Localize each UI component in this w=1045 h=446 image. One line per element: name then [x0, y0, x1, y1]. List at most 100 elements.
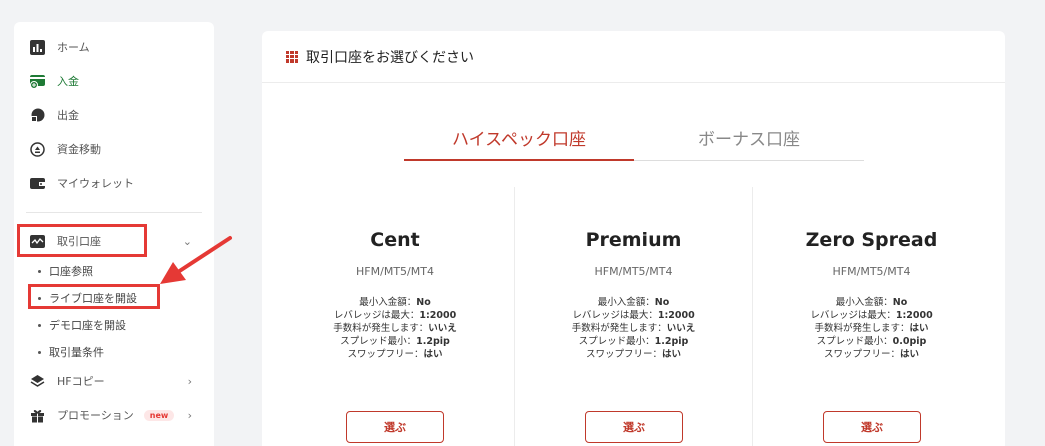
- sidebar-item-label: 資金移動: [57, 143, 101, 156]
- sidebar-item-deposit[interactable]: 入金: [30, 68, 79, 94]
- highlight-box-trading-accounts: [17, 224, 147, 257]
- sidebar-item-wallet[interactable]: マイウォレット: [30, 170, 134, 196]
- chevron-right-icon: ›: [187, 408, 192, 422]
- spec-value: はい: [662, 349, 682, 360]
- spec-label: レバレッジは最大：: [810, 310, 896, 321]
- spec-label: スプレッド最小：: [816, 336, 893, 347]
- spec-value: いいえ: [666, 323, 696, 334]
- plan-specs: 最小入金額：No レバレッジは最大：1:2000 手数料が発生します：いいえ ス…: [276, 296, 514, 361]
- gift-icon: [30, 408, 45, 423]
- sub-item-label: 取引量条件: [49, 346, 104, 359]
- plan-platform: HFM/MT5/MT4: [832, 265, 911, 278]
- bar-chart-icon: [30, 39, 45, 55]
- plan-platform: HFM/MT5/MT4: [356, 265, 434, 278]
- spec-min-deposit: 最小入金額：No: [753, 296, 990, 309]
- spec-value: 1.2pip: [654, 336, 689, 347]
- spec-leverage: レバレッジは最大：1:2000: [515, 309, 752, 322]
- spec-value: いいえ: [428, 323, 457, 334]
- sidebar-divider: [26, 212, 202, 213]
- spec-value: 0.0pip: [892, 336, 927, 347]
- spec-label: スワップフリー：: [823, 349, 900, 360]
- main-panel: 取引口座をお選びください ハイスペック口座 ボーナス口座 Cent HFM/MT…: [262, 31, 1005, 446]
- spec-value: はい: [900, 349, 920, 360]
- spec-swap: スワップフリー：はい: [276, 348, 514, 361]
- sidebar-item-label: 入金: [57, 75, 79, 88]
- plan-specs: 最小入金額：No レバレッジは最大：1:2000 手数料が発生します：はい スプ…: [753, 296, 990, 361]
- spec-commission: 手数料が発生します：いいえ: [515, 322, 752, 335]
- chevron-right-icon: ›: [187, 374, 192, 388]
- sidebar-item-label: マイウォレット: [57, 177, 134, 190]
- spec-label: レバレッジは最大：: [333, 310, 420, 321]
- spec-label: レバレッジは最大：: [572, 310, 658, 321]
- withdraw-icon: [30, 108, 45, 123]
- sidebar-item-label: 出金: [57, 109, 79, 122]
- plan-card-cent: Cent HFM/MT5/MT4 最小入金額：No レバレッジは最大：1:200…: [276, 187, 514, 446]
- tab-high-spec[interactable]: ハイスペック口座: [404, 117, 634, 161]
- choose-button[interactable]: 選ぶ: [585, 411, 683, 443]
- sidebar-item-label: プロモーション: [57, 409, 134, 422]
- bullet: [38, 323, 41, 327]
- spec-label: スプレッド最小：: [578, 336, 655, 347]
- spec-label: スワップフリー：: [585, 349, 662, 360]
- spec-min-deposit: 最小入金額：No: [515, 296, 752, 309]
- spec-value: はい: [909, 323, 929, 334]
- highlight-box-open-live-account: [28, 284, 160, 309]
- plan-list: Cent HFM/MT5/MT4 最小入金額：No レバレッジは最大：1:200…: [276, 187, 990, 446]
- tab-bonus[interactable]: ボーナス口座: [634, 117, 864, 161]
- wallet-icon: [30, 176, 45, 191]
- plan-name: Zero Spread: [805, 229, 938, 251]
- spec-value: No: [892, 297, 908, 308]
- sidebar-item-withdraw[interactable]: 出金: [30, 102, 79, 128]
- spec-value: 1.2pip: [416, 336, 450, 347]
- plan-specs: 最小入金額：No レバレッジは最大：1:2000 手数料が発生します：いいえ ス…: [515, 296, 752, 361]
- sidebar-item-home[interactable]: ホーム: [30, 34, 90, 60]
- sidebar-item-hf-copy[interactable]: HFコピー ›: [30, 368, 206, 394]
- spec-label: 最小入金額：: [835, 297, 893, 308]
- sub-item-label: 口座参照: [49, 265, 93, 278]
- spec-min-deposit: 最小入金額：No: [276, 296, 514, 309]
- panel-header: 取引口座をお選びください: [262, 31, 1005, 83]
- deposit-icon: [30, 74, 45, 89]
- sidebar-item-label: ホーム: [57, 41, 90, 54]
- spec-value: 1:2000: [419, 310, 457, 321]
- spec-label: 手数料が発生します：: [333, 323, 429, 334]
- bullet: [38, 269, 41, 273]
- spec-value: 1:2000: [895, 310, 933, 321]
- account-type-tabs: ハイスペック口座 ボーナス口座: [404, 117, 864, 161]
- grid-icon: [286, 50, 298, 63]
- spec-leverage: レバレッジは最大：1:2000: [753, 309, 990, 322]
- spec-commission: 手数料が発生します：はい: [753, 322, 990, 335]
- spec-value: 1:2000: [657, 310, 695, 321]
- spec-commission: 手数料が発生します：いいえ: [276, 322, 514, 335]
- spec-label: 手数料が発生します：: [814, 323, 910, 334]
- page-title: 取引口座をお選びください: [306, 49, 474, 66]
- sub-item-label: デモ口座を開設: [49, 319, 126, 332]
- plan-card-premium: Premium HFM/MT5/MT4 最小入金額：No レバレッジは最大：1:…: [514, 187, 752, 446]
- sub-item-account-list[interactable]: 口座参照: [38, 262, 93, 280]
- choose-button[interactable]: 選ぶ: [823, 411, 921, 443]
- spec-label: スプレッド最小：: [340, 336, 417, 347]
- spec-value: はい: [423, 349, 443, 360]
- sub-item-volume-conditions[interactable]: 取引量条件: [38, 343, 104, 361]
- plan-platform: HFM/MT5/MT4: [594, 265, 673, 278]
- sidebar-item-transfer[interactable]: 資金移動: [30, 136, 101, 162]
- spec-leverage: レバレッジは最大：1:2000: [276, 309, 514, 322]
- spec-swap: スワップフリー：はい: [515, 348, 752, 361]
- spec-spread: スプレッド最小：0.0pip: [753, 335, 990, 348]
- spec-spread: スプレッド最小：1.2pip: [276, 335, 514, 348]
- chevron-down-icon: ⌄: [182, 234, 192, 248]
- sidebar-item-promotion[interactable]: プロモーション new ›: [30, 402, 206, 428]
- new-badge: new: [143, 409, 175, 421]
- plan-name: Cent: [370, 229, 420, 251]
- spec-label: 最小入金額：: [359, 297, 417, 308]
- spec-value: No: [654, 297, 670, 308]
- spec-label: 手数料が発生します：: [571, 323, 667, 334]
- spec-swap: スワップフリー：はい: [753, 348, 990, 361]
- sub-item-open-demo-account[interactable]: デモ口座を開設: [38, 316, 126, 334]
- spec-label: スワップフリー：: [347, 349, 424, 360]
- plan-card-zero-spread: Zero Spread HFM/MT5/MT4 最小入金額：No レバレッジは最…: [752, 187, 990, 446]
- spec-label: 最小入金額：: [597, 297, 655, 308]
- spec-value: No: [416, 297, 431, 308]
- spec-spread: スプレッド最小：1.2pip: [515, 335, 752, 348]
- choose-button[interactable]: 選ぶ: [346, 411, 444, 443]
